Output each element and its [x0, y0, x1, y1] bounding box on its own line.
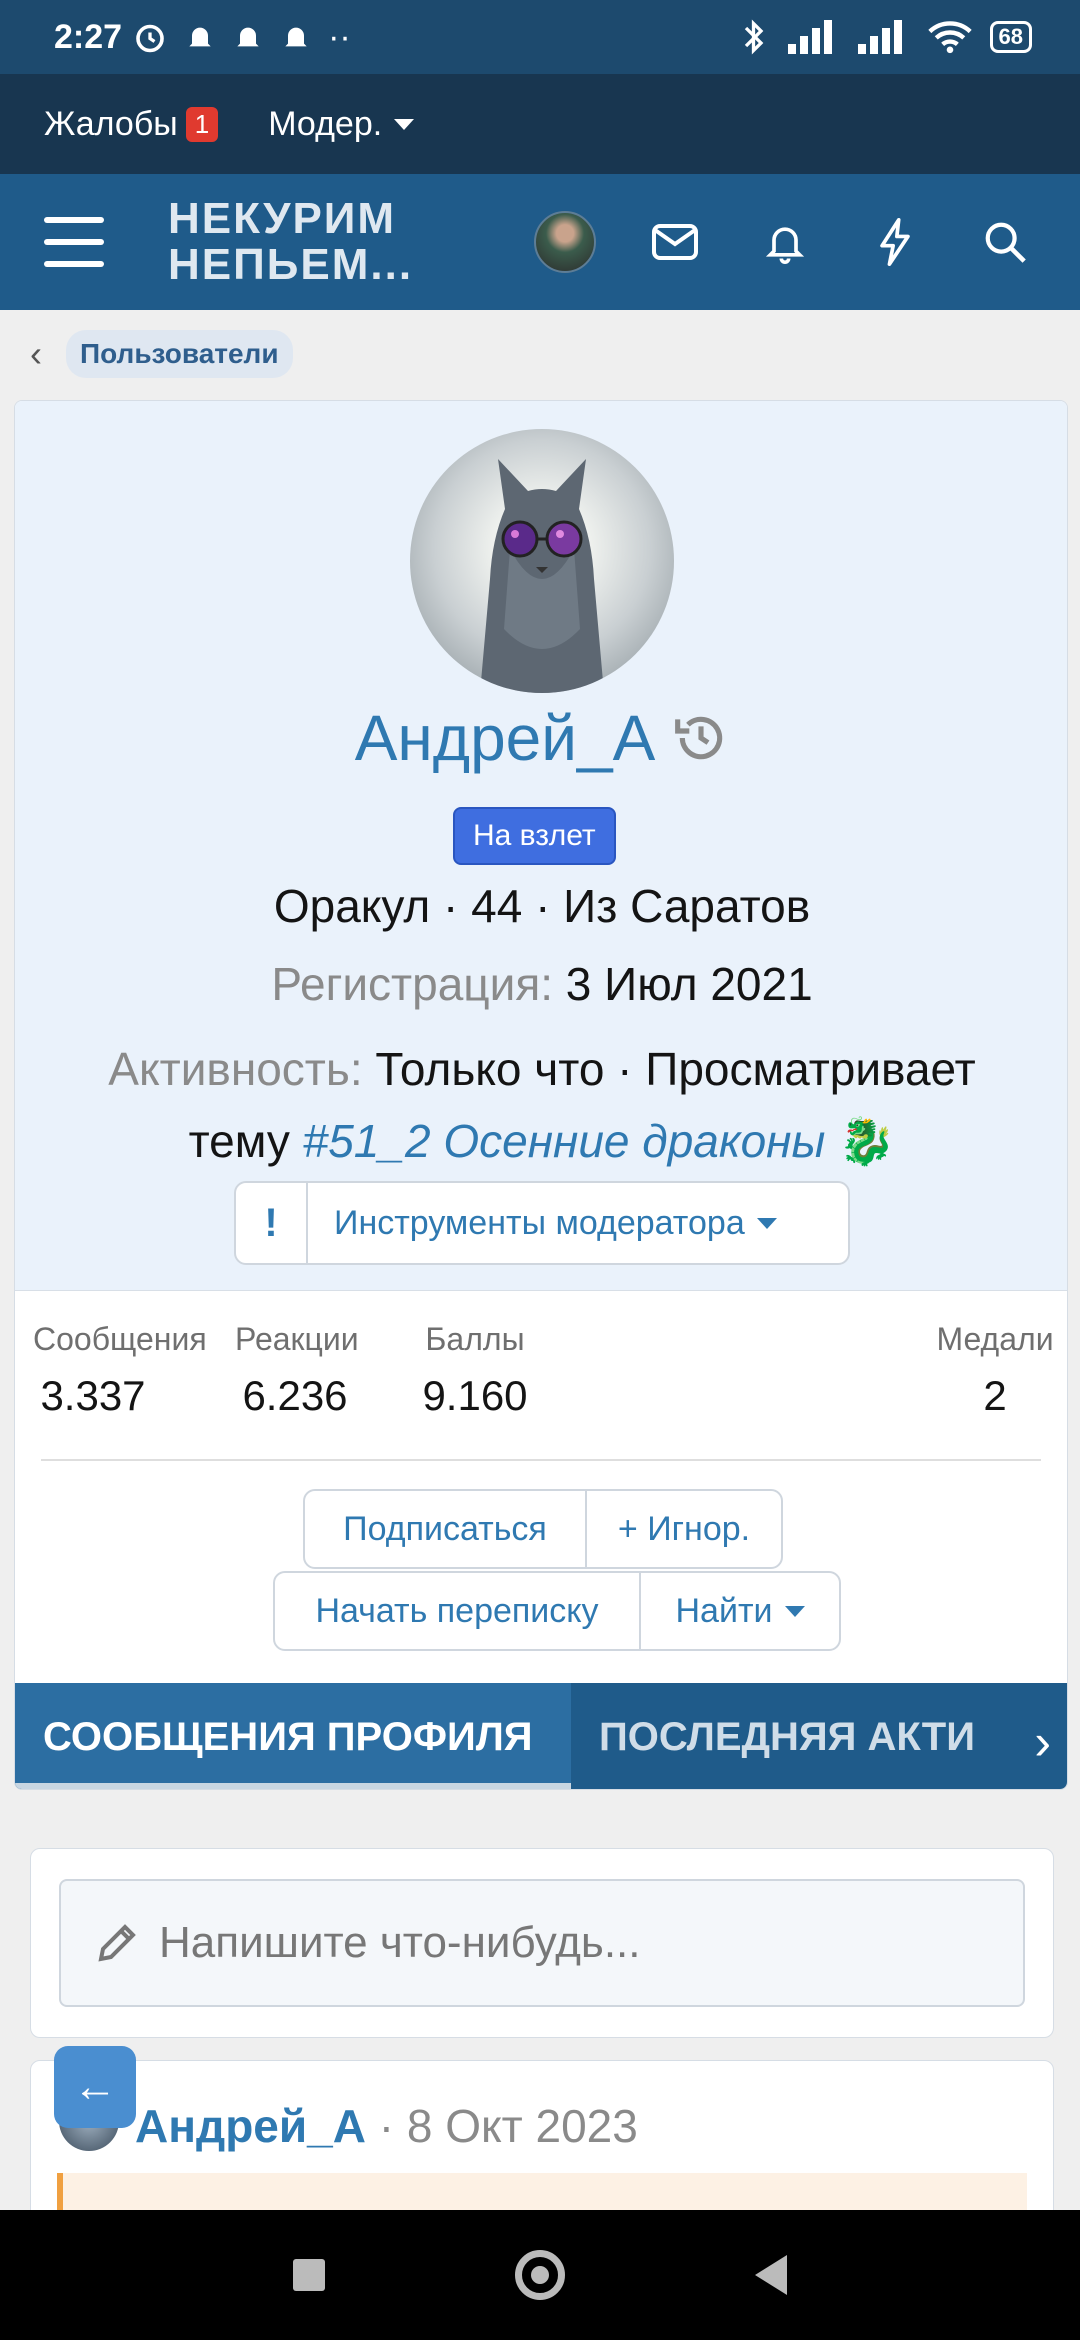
caret-down-icon — [756, 1217, 777, 1229]
activity-line: Активность: Только что · Просматривает т… — [35, 1033, 1049, 1177]
breadcrumb-users-link[interactable]: Пользователи — [66, 330, 293, 378]
avatar — [534, 211, 596, 273]
profile-post-input[interactable]: Напишите что-нибудь... — [59, 1879, 1025, 2007]
post-header: Андрей_А · 8 Окт 2023 — [135, 2099, 638, 2153]
arrow-left-icon: ← — [73, 2062, 117, 2111]
whats-new-button[interactable] — [860, 207, 930, 277]
activity-thread-link[interactable]: #51_2 Осенние драконы — [303, 1115, 826, 1167]
divider — [41, 1459, 1041, 1461]
site-header: НЕКУРИМ НЕПЬЕМ... — [0, 174, 1080, 310]
moder-label: Модер. — [268, 104, 383, 143]
system-navigation-bar — [0, 2210, 1080, 2340]
stat-reactions[interactable]: Реакции 6.236 — [235, 1321, 359, 1420]
home-icon[interactable] — [515, 2250, 565, 2300]
moderator-bar: Жалобы 1 Модер. — [0, 74, 1080, 174]
find-label: Найти — [675, 1591, 773, 1630]
post-author[interactable]: Андрей_А — [135, 2100, 366, 2152]
moderator-tools-dropdown[interactable]: Инструменты модератора — [308, 1204, 777, 1243]
follow-ignore-group: Подписаться + Игнор. — [303, 1489, 783, 1569]
profile-stats: Сообщения 3.337 Реакции 6.236 Баллы 9.16… — [15, 1321, 1067, 1447]
status-time: 2:27 — [54, 17, 123, 56]
complaints-count-badge: 1 — [185, 106, 219, 142]
search-icon — [985, 222, 1026, 263]
profile-username-row: Андрей_А — [15, 701, 1067, 775]
activity-label: Активность: — [108, 1043, 363, 1095]
more-notifications-icon: ·· — [328, 17, 351, 56]
lightning-icon — [880, 218, 910, 266]
stat-value: 2 — [983, 1372, 1007, 1419]
status-bar: 2:27 ·· 68 — [0, 0, 1080, 74]
profile-avatar[interactable] — [410, 429, 674, 693]
notification-bell-icon — [285, 27, 307, 47]
composer-placeholder: Напишите что-нибудь... — [159, 1918, 641, 1967]
chevron-right-icon[interactable]: › — [1034, 1713, 1051, 1771]
inbox-button[interactable] — [640, 207, 710, 277]
profile-username[interactable]: Андрей_А — [355, 701, 656, 775]
registration-label: Регистрация: — [271, 958, 554, 1010]
alarm-icon — [136, 24, 164, 53]
envelope-icon — [652, 224, 698, 260]
logo-line1: НЕКУРИМ — [168, 194, 397, 243]
caret-down-icon — [394, 118, 415, 130]
profile-card: Андрей_А На взлет Оракул · 44 · Из Сарат… — [14, 400, 1068, 1790]
recents-icon[interactable] — [293, 2259, 325, 2291]
pencil-icon — [98, 1924, 136, 1962]
warning-icon[interactable]: ! — [236, 1183, 308, 1263]
signal-icon — [787, 20, 832, 54]
tab-profile-posts[interactable]: СООБЩЕНИЯ ПРОФИЛЯ — [15, 1683, 571, 1789]
activity-text: Только что · Просматривает — [375, 1043, 976, 1095]
complaints-label: Жалобы — [44, 104, 178, 143]
alerts-button[interactable] — [750, 207, 820, 277]
back-icon[interactable] — [755, 2255, 787, 2295]
stat-value: 3.337 — [40, 1372, 146, 1419]
complaints-link[interactable]: Жалобы 1 — [44, 104, 219, 144]
floating-back-button[interactable]: ← — [54, 2046, 136, 2128]
bell-icon — [765, 227, 805, 264]
follow-button[interactable]: Подписаться — [305, 1491, 585, 1567]
moderator-tools-button[interactable]: ! Инструменты модератора — [234, 1181, 850, 1265]
bluetooth-icon — [744, 19, 763, 55]
caret-down-icon — [784, 1605, 805, 1617]
activity-text2: тему — [188, 1115, 290, 1167]
battery-icon: 68 — [989, 21, 1032, 53]
find-dropdown-button[interactable]: Найти — [639, 1573, 839, 1649]
stat-label: Баллы — [425, 1321, 525, 1357]
breadcrumb: ‹ Пользователи — [30, 330, 293, 378]
start-conversation-button[interactable]: Начать переписку — [275, 1573, 639, 1649]
notification-bell-icon — [189, 27, 211, 47]
profile-post-composer: Напишите что-нибудь... — [30, 1848, 1054, 2038]
stat-medals[interactable]: Медали 2 — [925, 1321, 1065, 1420]
moder-menu[interactable]: Модер. — [268, 104, 415, 144]
profile-header: Андрей_А На взлет Оракул · 44 · Из Сарат… — [15, 401, 1067, 1291]
logo-line2: НЕПЬЕМ... — [168, 240, 414, 289]
signal-icon — [857, 20, 902, 54]
user-title-line: Оракул · 44 · Из Саратов — [273, 880, 811, 932]
search-button[interactable] — [970, 207, 1040, 277]
tab-latest-activity[interactable]: ПОСЛЕДНЯЯ АКТИ — [571, 1683, 1021, 1789]
site-logo[interactable]: НЕКУРИМ НЕПЬЕМ... — [168, 196, 413, 288]
moderator-tools-label: Инструменты модератора — [334, 1203, 745, 1242]
chevron-left-icon[interactable]: ‹ — [30, 333, 42, 375]
profile-tabs: СООБЩЕНИЯ ПРОФИЛЯ ПОСЛЕДНЯЯ АКТИ › — [15, 1683, 1067, 1789]
notification-bell-icon — [237, 27, 259, 47]
conversation-find-group: Начать переписку Найти — [273, 1571, 841, 1651]
post-date[interactable]: · 8 Окт 2023 — [379, 2100, 638, 2152]
hamburger-menu-icon[interactable] — [44, 217, 104, 267]
wifi-icon — [927, 21, 972, 54]
stat-points[interactable]: Баллы 9.160 — [415, 1321, 535, 1420]
stat-label: Медали — [936, 1321, 1054, 1357]
registration-date: 3 Июл 2021 — [565, 958, 813, 1010]
rank-badge: На взлет — [453, 807, 616, 865]
stat-value: 9.160 — [422, 1372, 528, 1419]
ignore-button[interactable]: + Игнор. — [585, 1491, 781, 1567]
stat-messages[interactable]: Сообщения 3.337 — [33, 1321, 207, 1420]
registration-line: Регистрация: 3 Июл 2021 — [15, 957, 1067, 1011]
dragon-emoji: 🐉 — [838, 1115, 896, 1167]
stat-label: Реакции — [235, 1321, 359, 1357]
cat-avatar-image — [480, 459, 604, 693]
history-icon[interactable] — [673, 710, 729, 766]
stat-value: 6.236 — [242, 1372, 348, 1419]
stat-label: Сообщения — [33, 1321, 207, 1357]
account-avatar[interactable] — [530, 207, 600, 277]
